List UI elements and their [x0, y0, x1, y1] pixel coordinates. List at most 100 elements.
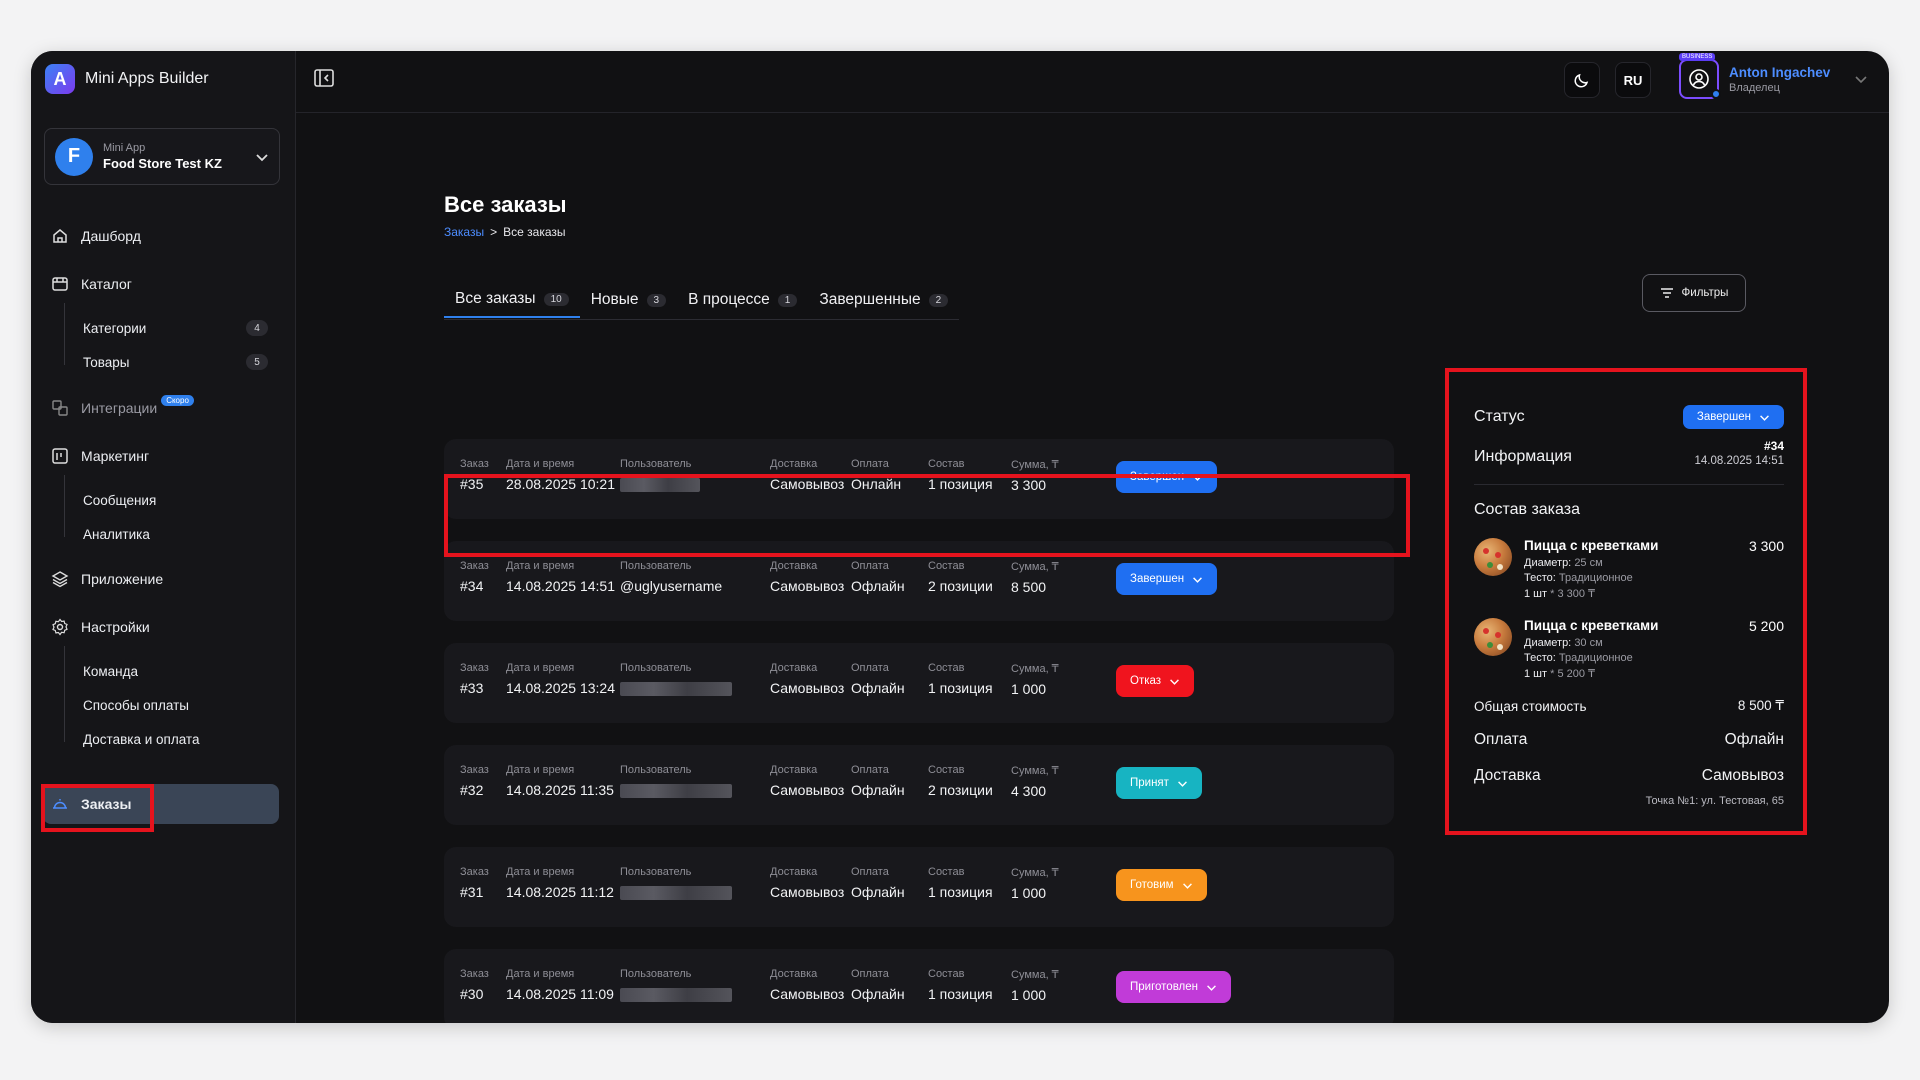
sidebar-item-catalog[interactable]: Каталог	[51, 269, 132, 299]
order-tabs: Все заказы 10 Новые 3 В процессе 1 Завершен…	[444, 282, 960, 320]
order-col-sum: Сумма, ₸ 8 500	[1011, 560, 1059, 595]
order-status-dropdown[interactable]: Завершен	[1116, 461, 1218, 493]
item-name: Пицца с креветками	[1524, 538, 1659, 553]
tab-in-progress[interactable]: В процессе 1	[677, 282, 808, 318]
order-payment-value: Офлайн	[851, 782, 905, 798]
item-price: 3 300	[1748, 538, 1784, 554]
sidebar-item-dashboard[interactable]: Дашборд	[51, 221, 141, 251]
layers-icon	[51, 571, 69, 588]
column-label: Дата и время	[506, 560, 575, 572]
tab-count: 10	[543, 292, 569, 306]
order-col-user: Пользователь	[620, 866, 732, 900]
order-row[interactable]: Заказ #32 Дата и время 14.08.2025 11:35 Поль…	[444, 745, 1394, 825]
collapse-sidebar-icon[interactable]	[313, 67, 335, 89]
tab-all-orders[interactable]: Все заказы 10	[444, 282, 580, 318]
order-items-value: 1 позиция	[928, 986, 993, 1002]
order-user-value: @uglyusername	[620, 578, 723, 594]
order-status-dropdown[interactable]: Принят	[1116, 767, 1202, 799]
order-sum-value: 3 300	[1011, 477, 1047, 493]
total-value: 8 500 ₸	[1737, 698, 1784, 713]
redacted-username	[620, 988, 732, 1002]
sidebar-item-messages[interactable]: Сообщения	[83, 488, 156, 512]
sidebar-item-categories[interactable]: Категории	[83, 316, 146, 340]
payment-value: Офлайн	[1724, 731, 1784, 748]
order-datetime-value: 28.08.2025 10:21	[506, 476, 615, 492]
order-col-sum: Сумма, ₸ 3 300	[1011, 458, 1059, 493]
order-col-payment: Оплата Офлайн	[851, 764, 905, 798]
order-status-label: Отказ	[1130, 675, 1162, 687]
user-icon	[1689, 69, 1709, 89]
sidebar-item-label: Доставка и оплата	[83, 731, 200, 747]
column-label: Доставка	[770, 764, 818, 776]
order-row[interactable]: Заказ #35 Дата и время 28.08.2025 10:21 Поль…	[444, 439, 1394, 519]
user-menu[interactable]: BUSINESS Anton Ingachev Владелец	[1679, 53, 1868, 99]
tab-new[interactable]: Новые 3	[580, 282, 677, 318]
order-items-value: 2 позиции	[928, 578, 993, 594]
breadcrumb-link-orders[interactable]: Заказы	[444, 225, 484, 239]
item-diameter-label: Диаметр:	[1524, 637, 1572, 649]
brand[interactable]: A Mini Apps Builder	[45, 61, 209, 97]
order-row[interactable]: Заказ #30 Дата и время 14.08.2025 11:09 Поль…	[444, 949, 1394, 1023]
order-datetime-value: 14.08.2025 11:12	[506, 884, 614, 900]
order-col-order: Заказ #33	[460, 662, 489, 696]
order-payment-value: Офлайн	[851, 986, 905, 1002]
order-row[interactable]: Заказ #31 Дата и время 14.08.2025 11:12 Поль…	[444, 847, 1394, 927]
sidebar-item-products[interactable]: Товары	[83, 350, 129, 374]
sidebar-item-orders-content[interactable]: Заказы	[51, 789, 131, 819]
column-label: Оплата	[851, 866, 889, 878]
mini-app-sub-label: Mini App	[103, 142, 146, 154]
language-button[interactable]: RU	[1615, 62, 1651, 98]
order-sum-value: 1 000	[1011, 987, 1047, 1003]
column-label: Оплата	[851, 560, 889, 572]
detail-status-dropdown[interactable]: Завершен	[1682, 405, 1784, 429]
sidebar-item-payment-methods[interactable]: Способы оплаты	[83, 693, 189, 717]
order-col-payment: Оплата Офлайн	[851, 866, 905, 900]
order-col-delivery: Доставка Самовывоз	[770, 968, 844, 1002]
item-qty-price: * 5 200 ₸	[1550, 668, 1596, 680]
user-name: Anton Ingachev	[1729, 64, 1831, 80]
column-label: Дата и время	[506, 662, 575, 674]
order-status-dropdown[interactable]: Завершен	[1116, 563, 1218, 595]
order-items-value: 1 позиция	[928, 680, 993, 696]
pickup-row: Точка №1: ул. Тестовая, 65	[1474, 795, 1784, 807]
theme-toggle-button[interactable]	[1564, 62, 1600, 98]
tab-label: Завершенные	[819, 291, 921, 308]
mini-app-selector[interactable]: F Mini App Food Store Test KZ	[44, 128, 280, 185]
order-status-dropdown[interactable]: Приготовлен	[1116, 971, 1232, 1003]
item-name: Пицца с креветками	[1524, 618, 1659, 633]
user-role: Владелец	[1729, 81, 1780, 94]
order-items-value: 1 позиция	[928, 476, 993, 492]
order-col-order: Заказ #31	[460, 866, 489, 900]
filters-button[interactable]: Фильтры	[1642, 274, 1746, 312]
order-order-value: #30	[460, 986, 484, 1002]
detail-order-date: 14.08.2025 14:51	[1694, 455, 1784, 467]
order-row[interactable]: Заказ #33 Дата и время 14.08.2025 13:24 Поль…	[444, 643, 1394, 723]
sidebar-item-team[interactable]: Команда	[83, 659, 138, 683]
sidebar-item-label: Приложение	[81, 571, 164, 587]
chevron-down-icon	[1193, 576, 1203, 583]
sidebar-item-analytics[interactable]: Аналитика	[83, 522, 150, 546]
sidebar-item-delivery-payment[interactable]: Доставка и оплата	[83, 727, 199, 751]
tab-completed[interactable]: Завершенные 2	[808, 282, 959, 318]
order-payment-value: Офлайн	[851, 578, 905, 594]
tab-count: 2	[928, 293, 949, 307]
sidebar-item-application[interactable]: Приложение	[51, 564, 163, 594]
filter-icon	[1660, 288, 1673, 298]
soon-badge: Скоро	[161, 394, 194, 406]
order-col-items: Состав 1 позиция	[928, 662, 993, 696]
sidebar-item-marketing[interactable]: Маркетинг	[51, 441, 149, 471]
order-status-dropdown[interactable]: Готовим	[1116, 869, 1207, 901]
order-col-payment: Оплата Офлайн	[851, 968, 905, 1002]
order-row[interactable]: Заказ #34 Дата и время 14.08.2025 14:51 Поль…	[444, 541, 1394, 621]
column-label: Состав	[928, 968, 965, 980]
sidebar-item-integrations[interactable]: Интеграции Скоро	[51, 393, 202, 423]
integrations-icon	[52, 400, 68, 416]
online-indicator	[1711, 89, 1721, 99]
sidebar-item-settings[interactable]: Настройки	[51, 612, 150, 642]
order-status-dropdown[interactable]: Отказ	[1116, 665, 1195, 697]
column-label: Заказ	[460, 560, 489, 572]
order-items-value: 1 позиция	[928, 884, 993, 900]
sidebar-item-label: Дашборд	[81, 228, 141, 244]
column-label: Заказ	[460, 968, 489, 980]
order-order-value: #35	[460, 476, 484, 492]
